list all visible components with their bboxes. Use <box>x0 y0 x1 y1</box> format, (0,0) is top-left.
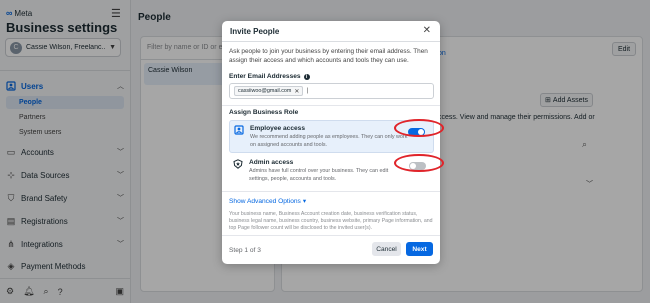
admin-icon <box>233 159 243 169</box>
step-indicator: Step 1 of 3 <box>229 247 261 254</box>
info-icon[interactable]: i <box>303 73 310 80</box>
cancel-button[interactable]: Cancel <box>372 242 401 256</box>
highlight-ellipse <box>394 154 444 172</box>
email-label: Enter Email Addresses i <box>229 73 310 80</box>
invite-people-dialog: Invite People ✕ Ask people to join your … <box>222 21 444 264</box>
dialog-header: Invite People ✕ <box>222 21 440 42</box>
close-icon[interactable]: ✕ <box>423 25 431 36</box>
divider <box>222 191 440 192</box>
email-label-text: Enter Email Addresses <box>229 73 301 80</box>
divider <box>222 105 440 106</box>
dialog-intro: Ask people to join your business by ente… <box>229 48 428 64</box>
advanced-label: Show Advanced Options <box>229 197 301 205</box>
highlight-ellipse <box>394 119 444 137</box>
email-chip: cassiiwoo@gmail.com ✕ <box>234 86 304 96</box>
dialog-title: Invite People <box>230 27 280 36</box>
email-field[interactable]: cassiiwoo@gmail.com ✕ | <box>229 83 434 99</box>
employee-icon <box>234 125 244 135</box>
role-title: Employee access <box>250 125 305 132</box>
show-advanced-options-link[interactable]: Show Advanced Options ▾ <box>229 197 307 206</box>
disclosure-notice: Your business name, Business Account cre… <box>229 211 433 231</box>
divider <box>222 235 440 236</box>
text-cursor: | <box>306 88 308 94</box>
next-button[interactable]: Next <box>406 242 433 256</box>
remove-icon[interactable]: ✕ <box>294 88 299 95</box>
role-label: Assign Business Role <box>229 109 299 116</box>
role-description: We recommend adding people as employees.… <box>250 134 408 148</box>
email-chip-text: cassiiwoo@gmail.com <box>238 88 292 94</box>
role-title: Admin access <box>249 159 294 166</box>
role-description: Admins have full control over your busin… <box>249 168 389 182</box>
caret-down-icon: ▾ <box>302 198 307 205</box>
